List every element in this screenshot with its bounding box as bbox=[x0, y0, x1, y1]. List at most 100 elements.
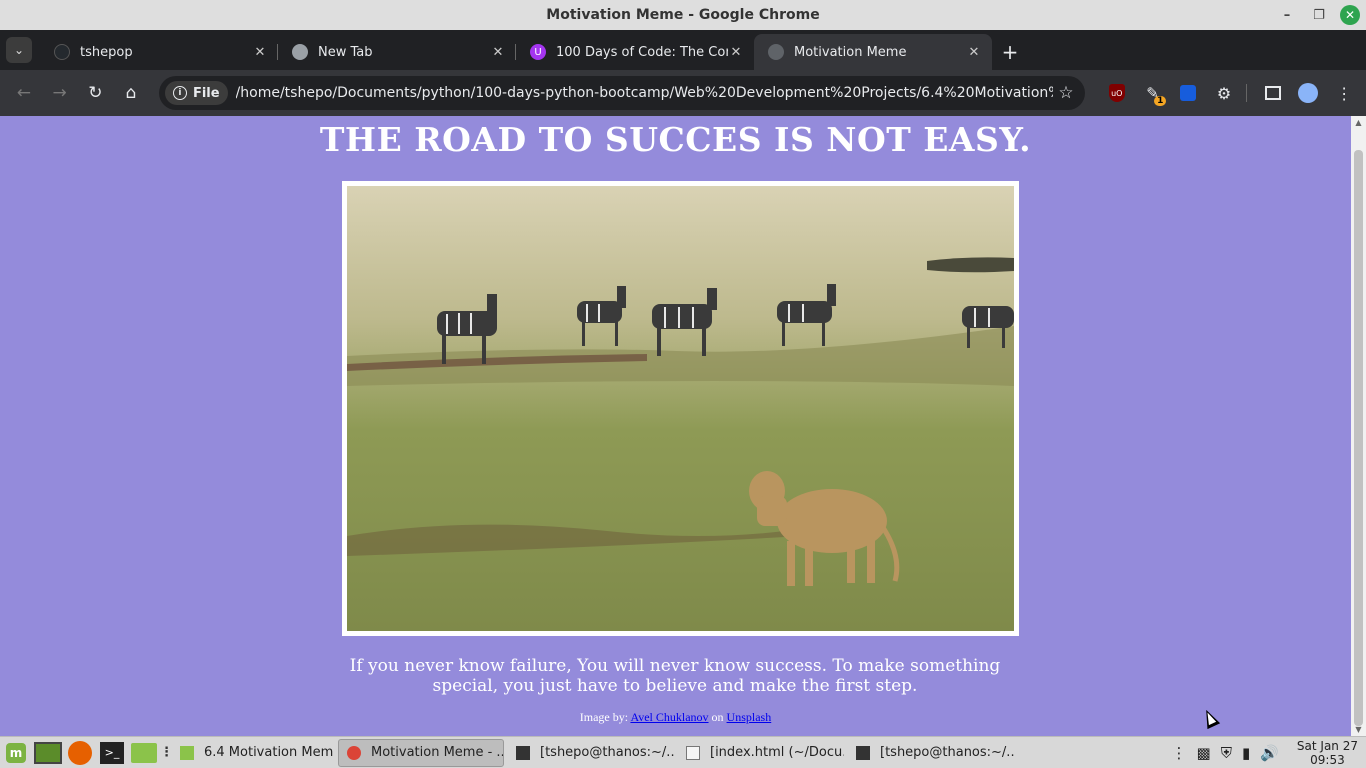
tab-close-button[interactable]: ✕ bbox=[728, 45, 744, 60]
taskbar-window-terminal-1[interactable]: [tshepo@thanos:~/... bbox=[508, 739, 674, 767]
close-window-button[interactable]: ✕ bbox=[1340, 5, 1360, 25]
firefox-launcher[interactable] bbox=[65, 739, 95, 767]
folder-icon bbox=[131, 742, 157, 763]
show-desktop-button[interactable] bbox=[33, 739, 63, 767]
minimize-button[interactable]: – bbox=[1276, 4, 1298, 26]
profile-button[interactable] bbox=[1293, 77, 1325, 109]
taskbar-window-label: [tshepo@thanos:~/... bbox=[540, 745, 674, 760]
volume-icon[interactable]: 🔊 bbox=[1260, 744, 1279, 762]
image-credit: Image by: Avel Chuklanov on Unsplash bbox=[0, 710, 1351, 725]
clock-date: Sat Jan 27 bbox=[1296, 738, 1358, 753]
desktop-icon bbox=[34, 741, 62, 764]
tab-strip: ⌄ tshepop ✕ New Tab ✕ U 100 Days of Code… bbox=[0, 30, 1366, 70]
maximize-button[interactable]: ❐ bbox=[1308, 4, 1330, 26]
home-button[interactable]: ⌂ bbox=[115, 77, 147, 109]
ublock-icon: uO bbox=[1108, 84, 1125, 102]
address-bar[interactable]: i File /home/tshepo/Documents/python/100… bbox=[158, 76, 1085, 110]
tab-label: New Tab bbox=[318, 44, 373, 60]
taskbar-window-chrome[interactable]: Motivation Meme - ... bbox=[338, 738, 504, 767]
github-icon bbox=[54, 44, 70, 60]
page-heading: THE ROAD TO SUCCES IS NOT EASY. bbox=[319, 120, 1032, 159]
shield-icon bbox=[1180, 85, 1197, 101]
grip-icon: ⋮ bbox=[160, 745, 173, 760]
url-text[interactable]: /home/tshepo/Documents/python/100-days-p… bbox=[236, 85, 1053, 101]
grip-icon: ⋮ bbox=[1171, 743, 1187, 762]
plus-icon: + bbox=[1001, 40, 1019, 64]
taskbar-window-label: [index.html (~/Docu... bbox=[710, 745, 844, 760]
tab-github[interactable]: tshepop ✕ bbox=[40, 34, 278, 70]
taskbar-window-label: Motivation Meme - ... bbox=[371, 745, 504, 760]
back-button[interactable]: ← bbox=[8, 77, 40, 109]
tab-label: tshepop bbox=[80, 44, 133, 60]
taskbar-window-editor[interactable]: [index.html (~/Docu... bbox=[678, 739, 844, 767]
home-icon: ⌂ bbox=[125, 83, 137, 103]
taskbar-window-files[interactable]: 6.4 Motivation Mem... bbox=[172, 739, 334, 767]
tab-close-button[interactable]: ✕ bbox=[966, 45, 982, 60]
scroll-down-arrow-icon[interactable]: ▼ bbox=[1354, 725, 1363, 734]
puzzle-icon: ⚙ bbox=[1216, 83, 1232, 103]
firefox-icon bbox=[68, 740, 92, 765]
tab-search-button[interactable]: ⌄ bbox=[6, 37, 32, 63]
side-panel-button[interactable] bbox=[1257, 77, 1289, 109]
window-controls: – ❐ ✕ bbox=[1276, 4, 1360, 26]
page-viewport: THE ROAD TO SUCCES IS NOT EASY. If you n… bbox=[0, 116, 1351, 736]
clipboard-icon[interactable]: ▩ bbox=[1197, 744, 1211, 762]
chrome-menu-button[interactable]: ⋮ bbox=[1328, 77, 1360, 109]
vertical-scrollbar[interactable]: ▲ ▼ bbox=[1351, 116, 1366, 736]
taskbar-window-terminal-2[interactable]: [tshepo@thanos:~/... bbox=[848, 739, 1014, 767]
arrow-right-icon: → bbox=[52, 83, 67, 103]
terminal-icon: >_ bbox=[100, 741, 124, 764]
tab-new-tab[interactable]: New Tab ✕ bbox=[278, 34, 516, 70]
ublock-extension-button[interactable]: uO bbox=[1101, 77, 1133, 109]
bookmark-star-icon[interactable]: ☆ bbox=[1053, 83, 1079, 103]
arrow-left-icon: ← bbox=[16, 83, 31, 103]
folder-icon bbox=[180, 745, 194, 760]
browser-toolbar: ← → ↻ ⌂ i File /home/tshepo/Documents/py… bbox=[0, 70, 1366, 116]
udemy-icon: U bbox=[530, 44, 546, 60]
taskbar: m >_ ⋮ 6.4 Motivation Mem... Motivation … bbox=[0, 736, 1366, 768]
file-chip-label: File bbox=[192, 85, 220, 101]
avatar-icon bbox=[1298, 83, 1319, 103]
site-info-chip[interactable]: i File bbox=[164, 81, 228, 105]
taskbar-window-label: 6.4 Motivation Mem... bbox=[204, 745, 334, 760]
reload-icon: ↻ bbox=[88, 83, 103, 103]
extension-badge: 1 bbox=[1154, 96, 1167, 106]
extension-button[interactable]: ✎ 1 bbox=[1137, 77, 1169, 109]
chrome-icon bbox=[292, 44, 308, 60]
tab-close-button[interactable]: ✕ bbox=[252, 45, 268, 60]
quote-text: If you never know failure, You will neve… bbox=[349, 656, 1001, 696]
bitwarden-extension-button[interactable] bbox=[1172, 77, 1204, 109]
author-link[interactable]: Avel Chuklanov bbox=[630, 710, 708, 724]
linux-mint-icon: m bbox=[6, 742, 26, 763]
terminal-icon bbox=[856, 745, 870, 760]
clock-time: 09:53 bbox=[1310, 752, 1345, 767]
chevron-down-icon: ⌄ bbox=[13, 43, 25, 57]
forward-button[interactable]: → bbox=[44, 77, 76, 109]
chrome-icon bbox=[347, 745, 361, 760]
globe-icon bbox=[768, 44, 784, 60]
unsplash-link[interactable]: Unsplash bbox=[727, 710, 772, 724]
scrollbar-thumb[interactable] bbox=[1354, 150, 1363, 726]
meme-image-frame bbox=[342, 181, 1019, 636]
system-tray: ⋮ ▩ ⛨ ▮ 🔊 Sat Jan 27 09:53 bbox=[1172, 739, 1366, 767]
menu-button[interactable]: m bbox=[1, 739, 31, 767]
reload-button[interactable]: ↻ bbox=[79, 77, 111, 109]
terminal-launcher[interactable]: >_ bbox=[97, 739, 127, 767]
shield-icon[interactable]: ⛨ bbox=[1221, 744, 1232, 762]
taskbar-window-label: [tshepo@thanos:~/... bbox=[880, 745, 1014, 760]
tab-udemy[interactable]: U 100 Days of Code: The Comp ✕ bbox=[516, 34, 754, 70]
meme-image bbox=[347, 186, 1014, 631]
tab-motivation-meme[interactable]: Motivation Meme ✕ bbox=[754, 34, 992, 70]
credit-prefix: Image by: bbox=[579, 710, 629, 724]
text-editor-icon bbox=[686, 745, 700, 760]
files-launcher[interactable] bbox=[129, 739, 159, 767]
kebab-menu-icon: ⋮ bbox=[1336, 83, 1353, 103]
tab-label: 100 Days of Code: The Comp bbox=[556, 44, 728, 60]
clock[interactable]: Sat Jan 27 09:53 bbox=[1289, 739, 1358, 767]
new-tab-button[interactable]: + bbox=[992, 34, 1028, 70]
extensions-menu-button[interactable]: ⚙ bbox=[1208, 77, 1240, 109]
network-signal-icon[interactable]: ▮ bbox=[1242, 744, 1250, 762]
scroll-up-arrow-icon[interactable]: ▲ bbox=[1354, 118, 1363, 127]
tab-close-button[interactable]: ✕ bbox=[490, 45, 506, 60]
tab-label: Motivation Meme bbox=[794, 44, 907, 60]
